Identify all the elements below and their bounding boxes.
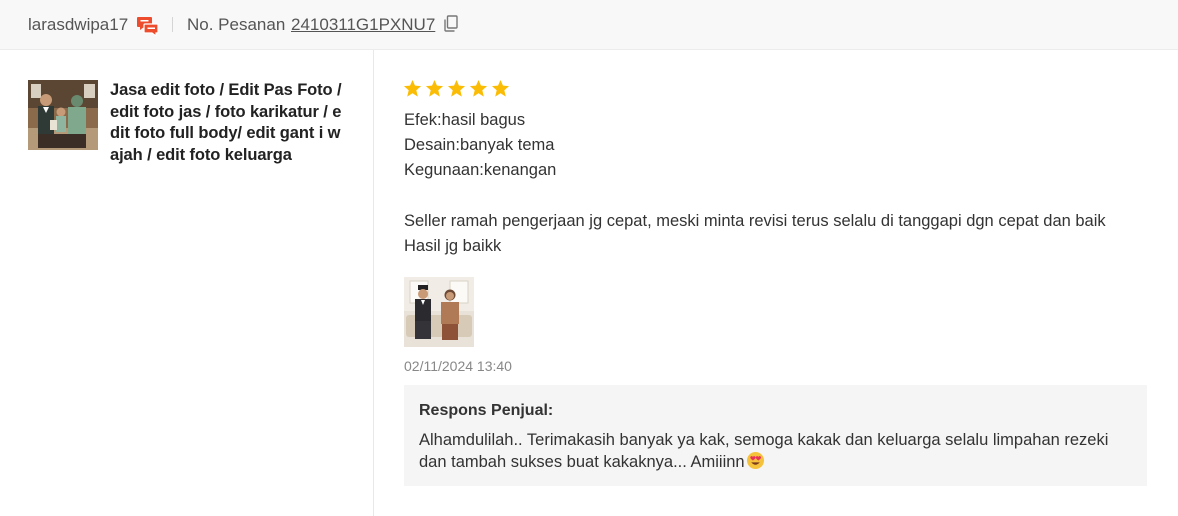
product-thumbnail[interactable] bbox=[28, 80, 98, 150]
review-timestamp: 02/11/2024 13:40 bbox=[404, 358, 512, 374]
review-attribute-design: Desain:banyak tema bbox=[404, 136, 555, 154]
product-name[interactable]: Jasa edit foto / Edit Pas Foto / edit fo… bbox=[110, 80, 346, 166]
seller-response: Respons Penjual: Alhamdulilah.. Terimaka… bbox=[404, 385, 1147, 486]
star-icon bbox=[469, 79, 488, 97]
order-number-label: No. Pesanan bbox=[187, 15, 286, 34]
heart-eyes-emoji-icon bbox=[746, 451, 764, 470]
star-icon bbox=[403, 79, 422, 97]
review-photo[interactable] bbox=[404, 277, 474, 347]
seller-response-title: Respons Penjual: bbox=[419, 402, 554, 419]
star-icon bbox=[447, 79, 466, 97]
star-rating bbox=[403, 79, 510, 98]
copy-icon[interactable] bbox=[443, 15, 459, 33]
chat-bubbles-icon[interactable] bbox=[137, 15, 159, 36]
column-divider bbox=[373, 50, 374, 516]
review-comment-line: Hasil jg baikk bbox=[404, 237, 502, 255]
review-comment-line: Seller ramah pengerjaan jg cepat, meski … bbox=[404, 212, 1106, 230]
order-number-link[interactable]: 2410311G1PXNU7 bbox=[291, 15, 435, 35]
seller-response-text-block: Alhamdulilah.. Terimakasih banyak ya kak… bbox=[419, 430, 1119, 473]
review-attribute-usage: Kegunaan:kenangan bbox=[404, 161, 557, 179]
star-icon bbox=[425, 79, 444, 97]
star-icon bbox=[491, 79, 510, 97]
header-divider bbox=[172, 17, 173, 32]
review-comment: Seller ramah pengerjaan jg cepat, meski … bbox=[404, 209, 1164, 259]
order-header: larasdwipa17 No. Pesanan 2410311G1PXNU7 bbox=[0, 0, 1178, 50]
buyer-username[interactable]: larasdwipa17 bbox=[28, 15, 128, 35]
review-attribute-effect: Efek:hasil bagus bbox=[404, 111, 526, 129]
